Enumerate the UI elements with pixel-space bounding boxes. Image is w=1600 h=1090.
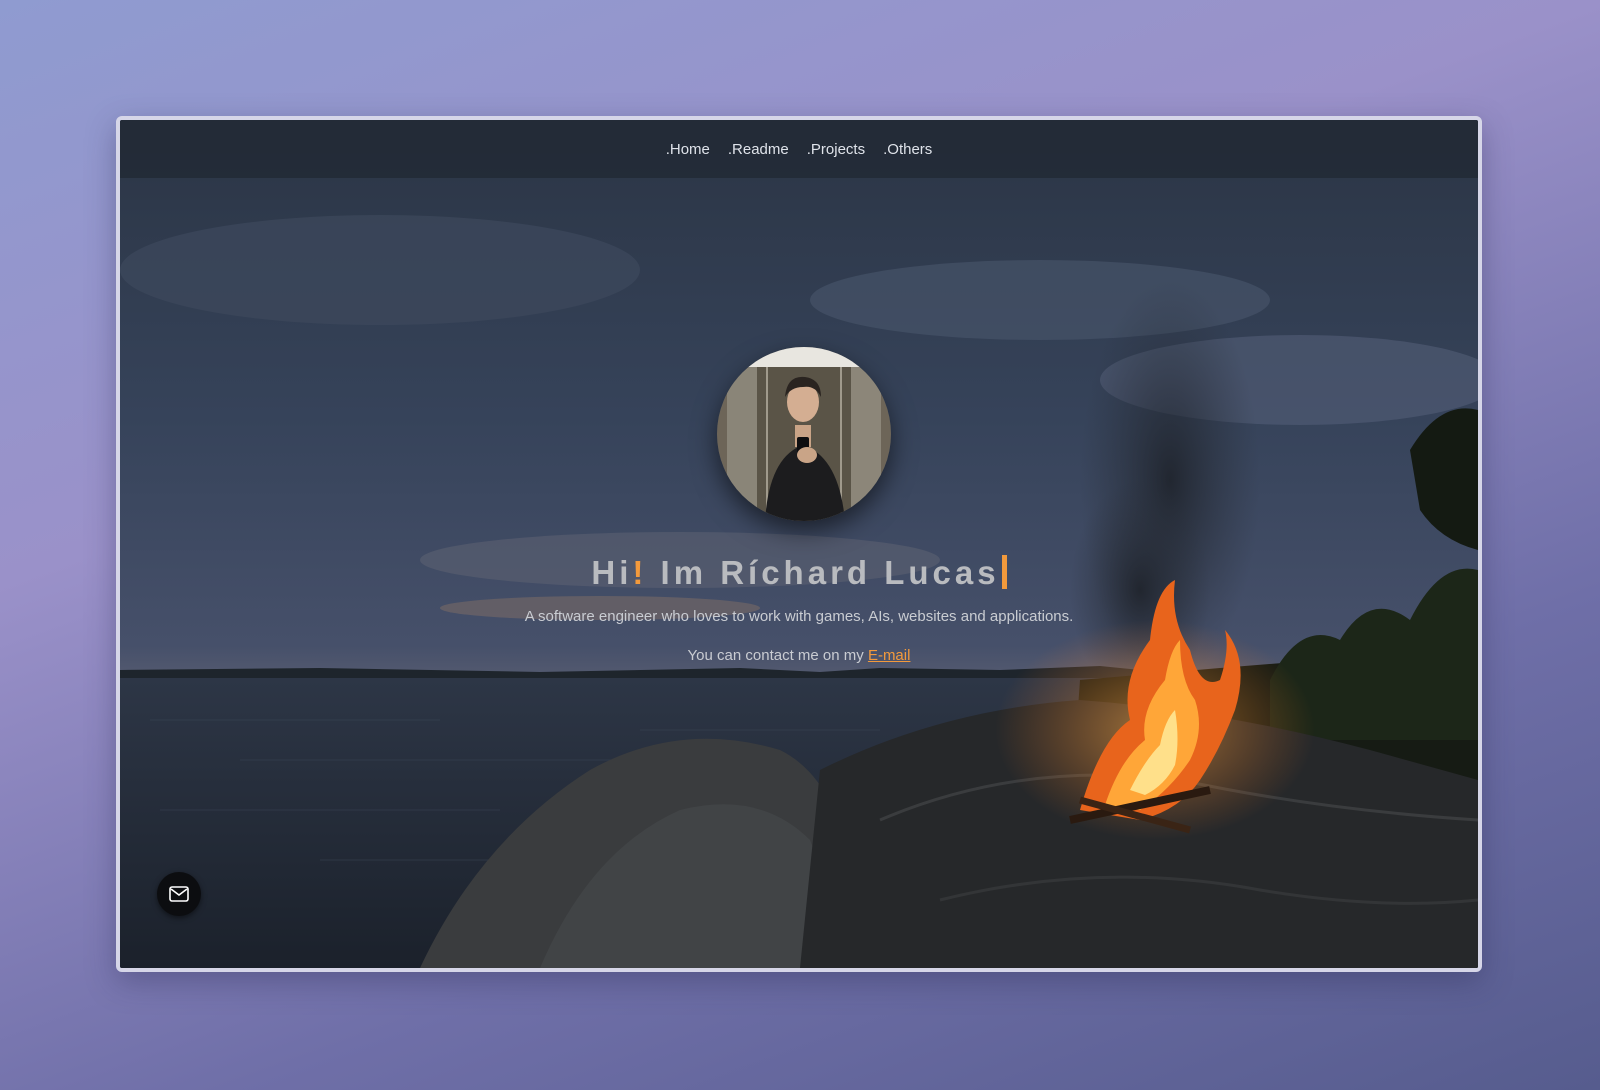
contact-line: You can contact me on my E-mail — [120, 647, 1478, 664]
typing-caret — [1001, 555, 1007, 589]
mail-icon — [169, 886, 189, 902]
email-link[interactable]: E-mail — [868, 647, 911, 664]
contact-prefix: You can contact me on my — [687, 647, 868, 664]
hero-subtitle: A software engineer who loves to work wi… — [524, 608, 1074, 625]
greeting-exclamation: ! — [632, 554, 648, 591]
nav-home[interactable]: .Home — [666, 141, 710, 158]
top-navbar: .Home .Readme .Projects .Others — [120, 120, 1478, 178]
browser-frame: .Home .Readme .Projects .Others Hi! Im R… — [116, 116, 1482, 972]
profile-photo — [717, 347, 891, 521]
profile-avatar — [717, 347, 891, 521]
nav-readme[interactable]: .Readme — [728, 141, 789, 158]
background-photo — [120, 120, 1478, 968]
greeting-name: Im Ríchard Lucas — [647, 554, 1000, 591]
hero-greeting: Hi! Im Ríchard Lucas — [120, 554, 1478, 592]
greeting-start: Hi — [591, 554, 633, 591]
mail-button[interactable] — [157, 872, 201, 916]
campfire-lake-scene — [120, 120, 1478, 968]
nav-projects[interactable]: .Projects — [807, 141, 865, 158]
nav-others[interactable]: .Others — [883, 141, 932, 158]
